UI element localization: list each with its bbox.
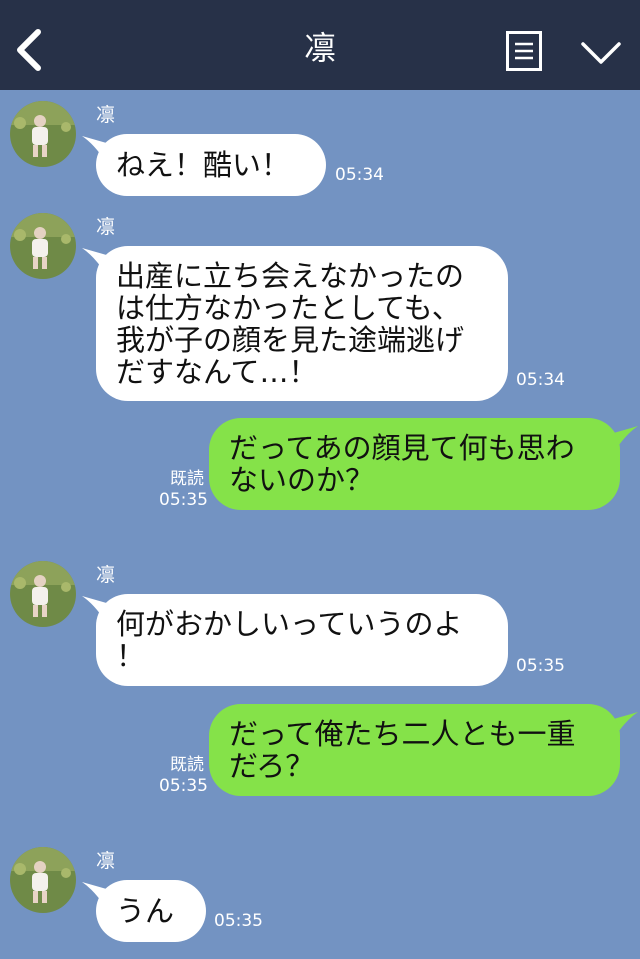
sender-name: 凛 xyxy=(96,564,116,586)
collapse-button[interactable] xyxy=(580,40,622,66)
baby-photo-icon xyxy=(10,847,76,913)
message-time: 05:35 xyxy=(214,911,263,931)
chat-header: 凛 xyxy=(0,0,640,90)
baby-photo-icon xyxy=(10,561,76,627)
message-time: 05:35 xyxy=(516,656,565,676)
message-bubble[interactable]: うん xyxy=(96,880,206,942)
baby-photo-icon xyxy=(10,101,76,167)
chat-title: 凛 xyxy=(303,29,336,67)
avatar[interactable] xyxy=(10,847,76,913)
avatar[interactable] xyxy=(10,561,76,627)
message-bubble[interactable]: 何がおかしいっていうのよ ！ xyxy=(96,594,508,686)
message-time: 05:35 xyxy=(159,776,208,796)
message-time: 05:35 xyxy=(159,490,208,510)
message-bubble[interactable]: だってあの顔見て何も思わ ないのか？ xyxy=(209,418,620,510)
menu-button[interactable] xyxy=(506,31,542,71)
baby-photo-icon xyxy=(10,213,76,279)
read-receipt: 既読 xyxy=(170,469,204,489)
message-time: 05:34 xyxy=(335,165,384,185)
chevron-down-icon xyxy=(581,42,621,64)
sender-name: 凛 xyxy=(96,104,116,126)
message-time: 05:34 xyxy=(516,370,565,390)
sender-name: 凛 xyxy=(96,850,116,872)
note-list-icon xyxy=(506,31,542,71)
message-bubble[interactable]: 出産に立ち会えなかったの は仕方なかったとしても、 我が子の顔を見た途端逃げ だ… xyxy=(96,246,508,401)
avatar[interactable] xyxy=(10,101,76,167)
message-bubble[interactable]: だって俺たち二人とも一重 だろ？ xyxy=(209,704,620,796)
read-receipt: 既読 xyxy=(170,755,204,775)
message-bubble[interactable]: ねえ！酷い！ xyxy=(96,134,326,196)
avatar[interactable] xyxy=(10,213,76,279)
sender-name: 凛 xyxy=(96,216,116,238)
